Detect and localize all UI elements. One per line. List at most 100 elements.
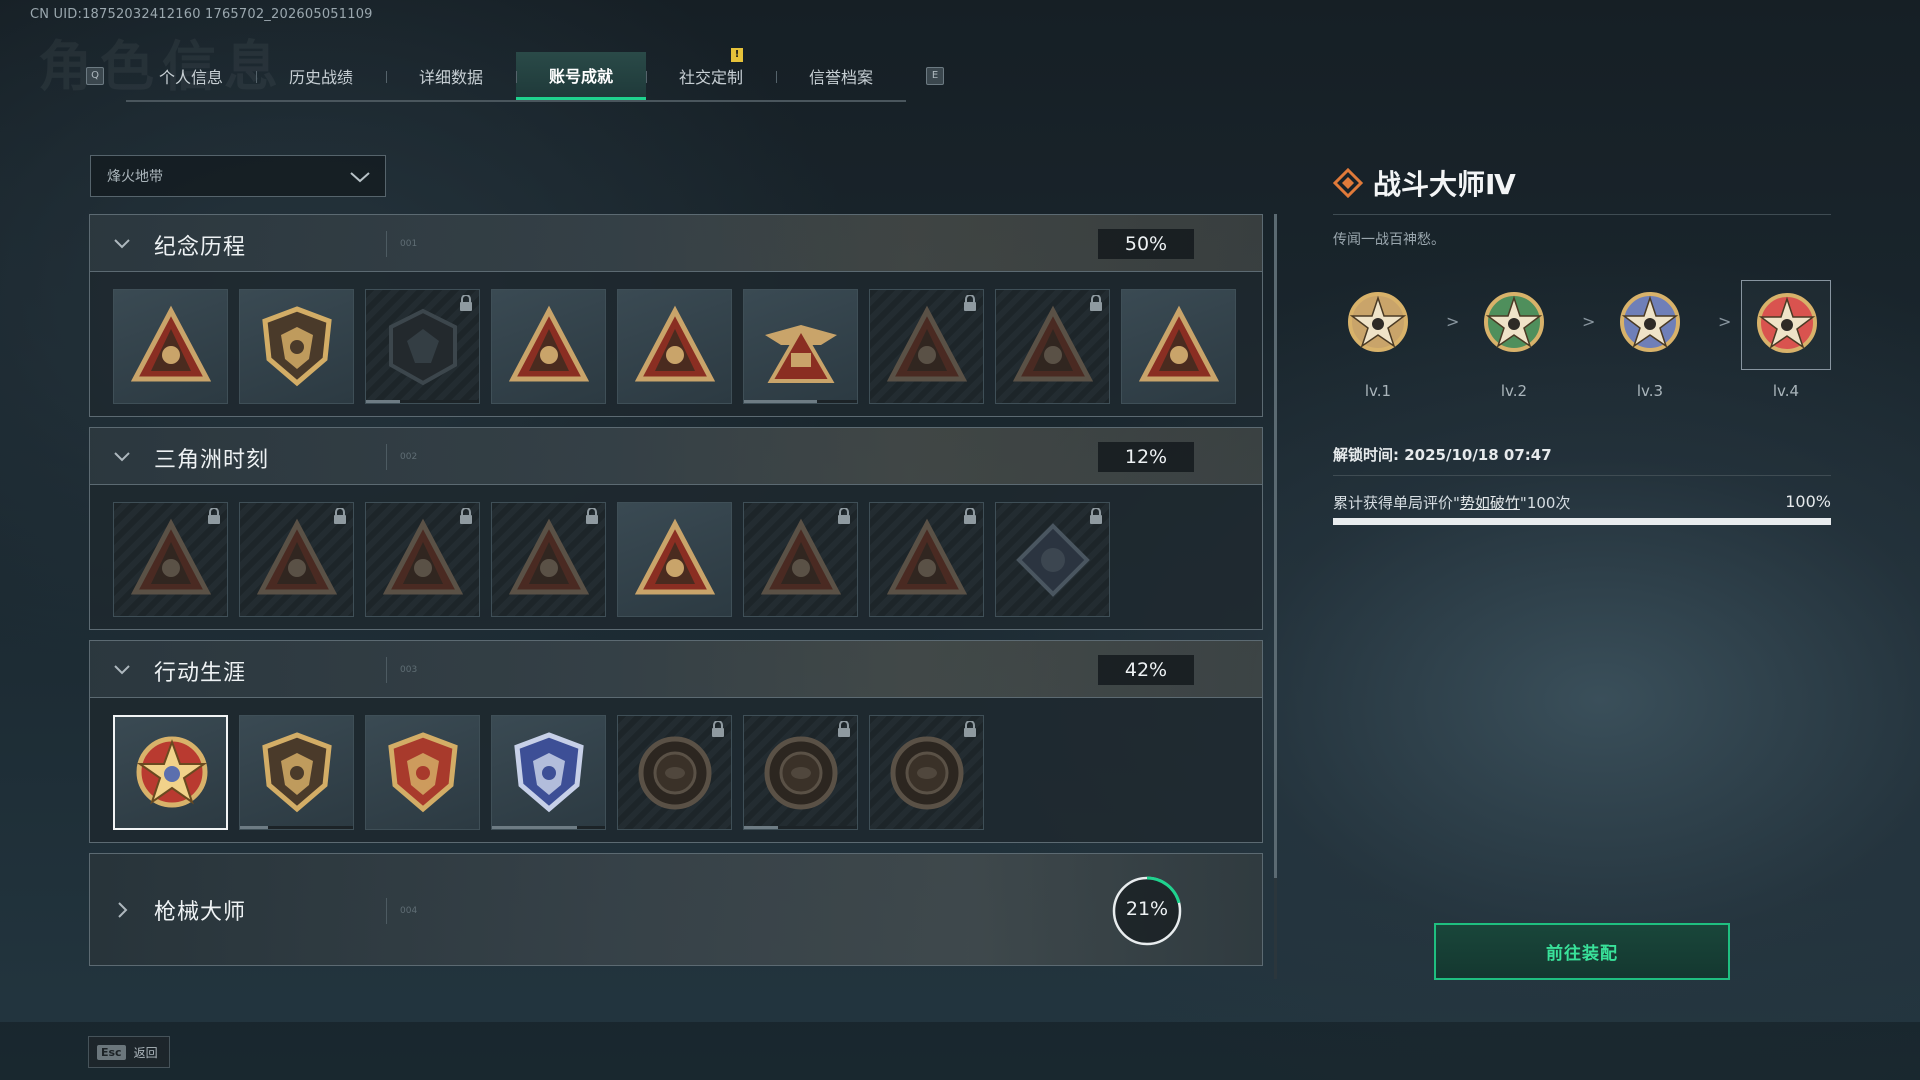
list-scrollbar[interactable] xyxy=(1274,214,1277,979)
section-index: 003 xyxy=(400,665,418,675)
section-header-weapon-master[interactable]: 枪械大师 004 21% xyxy=(89,853,1263,966)
achievement-tile[interactable] xyxy=(365,502,480,617)
tile-progress-bar xyxy=(240,826,353,829)
divider xyxy=(1333,475,1831,476)
lock-icon xyxy=(1090,508,1102,524)
section-title: 枪械大师 xyxy=(154,900,247,925)
scrollbar-thumb[interactable] xyxy=(1274,214,1277,878)
level-2-medal[interactable] xyxy=(1469,280,1559,370)
diamond-flower-icon xyxy=(1016,523,1090,597)
lock-icon xyxy=(460,295,472,311)
achievement-tile[interactable] xyxy=(239,715,354,830)
target-triangle-icon xyxy=(509,518,589,595)
footer-bar xyxy=(0,1022,1920,1080)
shield-medal-bronze-icon xyxy=(262,732,332,813)
lock-icon xyxy=(1090,295,1102,311)
back-button[interactable]: Esc 返回 xyxy=(88,1036,170,1068)
unlock-condition: 累计获得单局评价"势如破竹"100次 xyxy=(1333,494,1571,512)
chevron-down-icon[interactable] xyxy=(112,660,132,680)
group-triangle-icon xyxy=(761,518,841,595)
tab-details[interactable]: 详细数据 xyxy=(386,52,516,100)
achievement-tile[interactable] xyxy=(491,715,606,830)
achievement-tile[interactable] xyxy=(743,715,858,830)
achievement-tile[interactable] xyxy=(869,715,984,830)
tab-achievements[interactable]: 账号成就 xyxy=(516,52,646,100)
divider xyxy=(386,231,387,257)
notification-badge: ! xyxy=(731,48,743,62)
level-4-medal[interactable] xyxy=(1741,280,1831,370)
achievement-tile[interactable] xyxy=(1121,289,1236,404)
divider xyxy=(386,898,387,924)
section-title: 行动生涯 xyxy=(154,661,247,686)
star-medal-icon xyxy=(1757,293,1817,353)
section-index: 001 xyxy=(400,239,418,249)
section-body-delta-moments xyxy=(89,485,1263,630)
prev-tab-key[interactable]: Q xyxy=(86,67,104,85)
section-percent: 50% xyxy=(1098,229,1194,259)
achievement-tile[interactable] xyxy=(491,502,606,617)
tile-progress-fill xyxy=(492,826,577,829)
condition-percent: 100% xyxy=(1785,492,1831,511)
tab-profile[interactable]: 个人信息 xyxy=(126,52,256,100)
mode-dropdown[interactable]: 烽火地带 xyxy=(90,155,386,197)
condition-link[interactable]: 势如破竹 xyxy=(1460,494,1520,512)
star-medal-icon xyxy=(1348,292,1408,352)
achievement-tile[interactable] xyxy=(113,289,228,404)
achievement-tile[interactable] xyxy=(113,715,228,830)
achievement-tile[interactable] xyxy=(365,715,480,830)
achievement-tile[interactable] xyxy=(743,502,858,617)
achievement-tile[interactable] xyxy=(113,502,228,617)
lock-icon xyxy=(586,508,598,524)
chevron-right-icon[interactable] xyxy=(112,900,132,920)
detail-description: 传闻一战百神愁。 xyxy=(1333,232,1445,248)
section-header-memorial[interactable]: 纪念历程 001 50% xyxy=(89,214,1263,272)
achievement-tile[interactable] xyxy=(995,289,1110,404)
pack-triangle-icon xyxy=(257,518,337,595)
section-header-operation-career[interactable]: 行动生涯 003 42% xyxy=(89,640,1263,698)
uid-label: CN UID:18752032412160 1765702_2026050511… xyxy=(30,7,373,22)
achievement-tile[interactable] xyxy=(239,289,354,404)
achievement-tile[interactable] xyxy=(869,502,984,617)
number-one-triangle-icon xyxy=(1139,305,1219,382)
section-header-delta-moments[interactable]: 三角洲时刻 002 12% xyxy=(89,427,1263,485)
tab-bar: Q 个人信息 历史战绩 详细数据 账号成就 社交定制 ! 信誉档案 E xyxy=(86,48,946,102)
chevron-down-icon[interactable] xyxy=(112,447,132,467)
achievement-tile[interactable] xyxy=(869,289,984,404)
achievement-tile[interactable] xyxy=(617,502,732,617)
chevron-down-icon xyxy=(350,172,370,183)
level-1-medal[interactable] xyxy=(1333,280,1423,370)
back-label: 返回 xyxy=(133,1045,158,1060)
tab-social[interactable]: 社交定制 ! xyxy=(646,48,776,100)
level-label: lv.3 xyxy=(1636,382,1664,400)
divider xyxy=(386,657,387,683)
shield-medal-gold-icon xyxy=(388,732,458,813)
next-tab-key[interactable]: E xyxy=(926,67,944,85)
section-index: 002 xyxy=(400,452,418,462)
achievement-tile[interactable] xyxy=(617,715,732,830)
tab-history[interactable]: 历史战绩 xyxy=(256,52,386,100)
chevron-down-icon[interactable] xyxy=(112,234,132,254)
eye-medal-icon xyxy=(890,736,964,810)
crosshair-medal-icon xyxy=(764,736,838,810)
achievement-tile[interactable] xyxy=(743,289,858,404)
detail-title-row: 战斗大师Ⅳ xyxy=(1333,162,1831,204)
level-label: lv.1 xyxy=(1364,382,1392,400)
level-3-medal[interactable] xyxy=(1605,280,1695,370)
lock-icon xyxy=(964,721,976,737)
achievement-tile[interactable] xyxy=(617,289,732,404)
seated-figure-triangle-icon xyxy=(383,518,463,595)
tab-credit[interactable]: 信誉档案 xyxy=(776,52,906,100)
achievement-detail-panel: 战斗大师Ⅳ 传闻一战百神愁。 > > > lv.1 lv.2 lv.3 lv.4… xyxy=(1333,162,1831,525)
tile-progress-bar xyxy=(366,400,479,403)
achievement-tile[interactable] xyxy=(491,289,606,404)
go-equip-button[interactable]: 前往装配 xyxy=(1434,923,1730,980)
masked-operator-triangle-icon xyxy=(887,305,967,382)
delta-triangle-shield-icon xyxy=(131,305,211,382)
achievement-tile[interactable] xyxy=(239,502,354,617)
achievement-tile[interactable] xyxy=(995,502,1110,617)
achievement-tile[interactable] xyxy=(365,289,480,404)
round-medal-icon xyxy=(638,736,712,810)
tab-list: 个人信息 历史战绩 详细数据 账号成就 社交定制 ! 信誉档案 xyxy=(126,48,906,102)
section-index: 004 xyxy=(400,906,418,916)
lock-icon xyxy=(208,508,220,524)
